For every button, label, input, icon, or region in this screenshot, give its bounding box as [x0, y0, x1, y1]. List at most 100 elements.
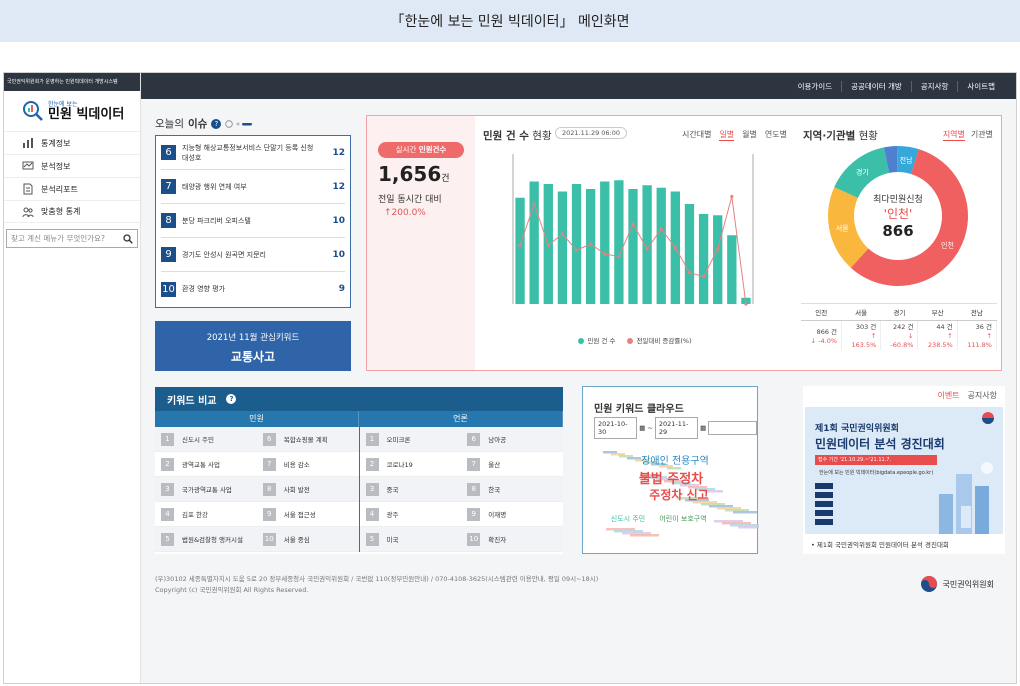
date-to-input[interactable]: 2021-11-29 — [654, 417, 699, 439]
footer-logo[interactable]: 국민권익위원회 — [920, 575, 994, 593]
keyword-item[interactable]: 7 울산 — [461, 457, 563, 471]
calendar-icon[interactable]: ▦ — [639, 424, 645, 432]
menu-item-custom[interactable]: 맞춤형 통계 — [4, 200, 140, 223]
keyword-item[interactable]: 1 오미크론 — [360, 432, 462, 446]
menu-search-input[interactable]: 찾고 계신 메뉴가 무엇인가요? — [6, 229, 138, 248]
up-arrow-icon: ↑ — [986, 332, 992, 340]
taegeuk-icon — [921, 576, 938, 592]
calendar-icon[interactable]: ▦ — [700, 424, 706, 432]
issue-row[interactable]: 6 지능형 해상교통정보서비스 단말기 등록 신청 대성호 12 — [161, 136, 345, 170]
change-point — [631, 222, 635, 226]
blank-input[interactable] — [708, 421, 758, 435]
keyword-text: 이재명 — [488, 511, 507, 519]
change-point — [617, 254, 621, 259]
event-caption[interactable]: • 제1회 국민권익위원회 민원데이터 분석 경진대회 — [811, 539, 949, 549]
keyword-row: 4 광주 9 이재명 — [359, 502, 563, 527]
sidebar: 국민권익위원회가 운영하는 민원빅데이터 개방시스템 한눈에 보는 민원 빅데이… — [4, 73, 141, 683]
keyword-item[interactable]: 2 광역교통 사업 — [155, 457, 257, 471]
issue-row[interactable]: 10 환경 영향 평가 9 — [161, 272, 345, 306]
keyword-item[interactable]: 9 이재명 — [461, 507, 563, 521]
monthly-keyword-button[interactable]: 2021년 11월 관심키워드 교통사고 — [155, 321, 351, 371]
region-cell: 36 건 ↑ 111.8% — [957, 320, 998, 350]
col-minwon: 민원 — [155, 411, 359, 427]
issue-list: 6 지능형 해상교통정보서비스 단말기 등록 신청 대성호 12 7 태양광 행위 연… — [155, 135, 351, 308]
keyword-rank: 3 — [161, 482, 174, 496]
nav-guide[interactable]: 이용가이드 — [789, 81, 842, 92]
tab-monthly[interactable]: 월별 — [742, 129, 757, 141]
keyword-compare-header: 키워드 비교? — [155, 387, 563, 411]
keyword-item[interactable]: 10 확진자 — [461, 532, 563, 546]
region-change: 163.5% — [851, 341, 877, 349]
region-donut-chart: 인천 서울 경기 전남최다민원신청'인천'866 — [828, 146, 968, 286]
issue-text: 경기도 안성시 원곡면 지문리 — [182, 250, 266, 259]
side-menu: 통계정보 분석정보 분석리포트 맞춤형 통계 — [4, 131, 140, 223]
nav-sitemap[interactable]: 사이트맵 — [957, 80, 1004, 92]
keyword-item[interactable]: 4 광주 — [360, 507, 462, 521]
nav-notice[interactable]: 공지사항 — [910, 80, 958, 92]
badge-prefix: 실시간 — [395, 145, 417, 154]
keyword-item[interactable]: 3 국가광역교통 사업 — [155, 482, 257, 496]
change-point — [589, 242, 593, 246]
region-cell: 866 건 ↓ -4.0% — [801, 320, 843, 350]
cloud-word: 불법 주정차 — [639, 471, 703, 487]
issue-row[interactable]: 7 태양광 행위 연체 여부 12 — [161, 170, 345, 204]
keyword-item[interactable]: 6 남아공 — [461, 432, 563, 446]
nav-open-data[interactable]: 공공데이터 개방 — [841, 80, 911, 92]
tab-yearly[interactable]: 연도별 — [765, 129, 787, 141]
keyword-text: 확진자 — [488, 536, 507, 544]
menu-item-report[interactable]: 분석리포트 — [4, 177, 140, 200]
keyword-item[interactable]: 3 중국 — [360, 482, 462, 496]
region-col: 부산 — [917, 303, 958, 321]
keyword-item[interactable]: 6 복합쇼핑몰 계획 — [257, 432, 359, 446]
issue-rank: 7 — [161, 179, 176, 194]
issue-count: 12 — [332, 147, 345, 158]
tab-daily[interactable]: 일별 — [719, 129, 735, 141]
keyword-item[interactable]: 10 서울 중심 — [257, 532, 359, 546]
keyword-cloud: 민원 키워드 클라우드 2021-10-30 ▦ ~ 2021-11-29 ▦ 장애… — [582, 386, 759, 554]
keyword-row: 5 법원&검찰청 앵커시설 10 서울 중심 — [155, 527, 359, 552]
carousel-controls[interactable] — [225, 119, 255, 128]
search-icon[interactable] — [123, 233, 133, 244]
menu-item-analysis[interactable]: 분석정보 — [4, 154, 140, 177]
cloud-small-word — [733, 511, 757, 514]
help-icon[interactable]: ? — [211, 118, 222, 129]
keyword-item[interactable]: 4 김포 한강 — [155, 507, 257, 521]
keyword-item[interactable]: 5 미국 — [360, 532, 462, 546]
keyword-text: 오미크론 — [386, 436, 411, 444]
keyword-text: 비용 감소 — [283, 461, 310, 469]
info-row — [815, 510, 935, 517]
poster-line1: 제1회 국민권익위원회 — [815, 424, 899, 434]
keyword-row: 1 신도시 주민 6 복합쇼핑몰 계획 — [155, 427, 359, 452]
keyword-text: 광역교통 사업 — [182, 461, 220, 469]
event-poster[interactable]: 제1회 국민권익위원회 민원데이터 분석 경진대회 접수 기간 '21.10.2… — [805, 407, 1003, 534]
keyword-item[interactable]: 8 한국 — [461, 482, 563, 496]
change-point — [687, 271, 692, 275]
keyword-item[interactable]: 2 코로나19 — [360, 457, 462, 471]
menu-item-statistics[interactable]: 통계정보 — [4, 131, 140, 154]
keyword-item[interactable]: 8 사회 발전 — [257, 482, 359, 496]
tab-hourly[interactable]: 시간대별 — [682, 129, 711, 141]
date-from-input[interactable]: 2021-10-30 — [594, 417, 638, 439]
keyword-item[interactable]: 7 비용 감소 — [257, 457, 359, 471]
tab-notices[interactable]: 공지사항 — [968, 390, 997, 401]
keyword-row: 1 오미크론 6 남아공 — [359, 427, 563, 452]
issue-row[interactable]: 8 분당 파크리버 오피스텔 10 — [161, 204, 345, 238]
keyword-rank: 4 — [365, 507, 379, 521]
keyword-item[interactable]: 5 법원&검찰청 앵커시설 — [155, 532, 257, 546]
info-row — [815, 501, 935, 508]
word-cloud: 장애인 전용구역불법 주정차주정차 신고신도시 주민 어린이 보호구역 — [603, 451, 759, 537]
keyword-item[interactable]: 1 신도시 주민 — [155, 432, 257, 446]
keyword-row: 3 중국 8 한국 — [359, 477, 563, 502]
cloud-word: 신도시 주민 — [611, 514, 645, 523]
document-icon — [23, 183, 33, 195]
donut-center-region: '인천' — [884, 206, 913, 221]
footer: (우)30102 세종특별자치시 도움 5로 20 정부세종청사 국민권익위원회… — [155, 574, 598, 596]
region-cell: 303 건 ↑ 163.5% — [841, 320, 882, 350]
site-logo[interactable]: 한눈에 보는 민원 빅데이터 — [4, 91, 140, 125]
cloud-small-word — [738, 526, 759, 529]
issue-row[interactable]: 9 경기도 안성시 원곡면 지문리 10 — [161, 238, 345, 272]
help-icon[interactable]: ? — [226, 394, 237, 404]
keyword-item[interactable]: 9 서울 접근성 — [257, 507, 359, 521]
change-point — [574, 248, 579, 252]
tab-events[interactable]: 이벤트 — [937, 390, 959, 401]
